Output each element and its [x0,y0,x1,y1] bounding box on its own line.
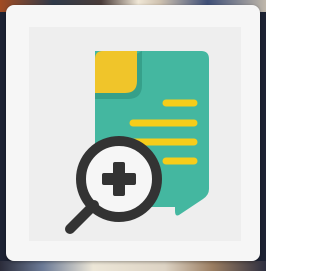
plus-vertical-bar [113,162,125,196]
magnifier-handle-icon [65,200,99,234]
icon-panel [29,27,241,241]
icon-card [6,5,260,261]
screenshot-frame [0,0,266,271]
document-corner-icon [95,51,137,93]
document-zoom-in-icon [65,51,209,234]
magnifying-glass-icon [65,136,162,234]
background-strip-bottom [0,261,266,271]
